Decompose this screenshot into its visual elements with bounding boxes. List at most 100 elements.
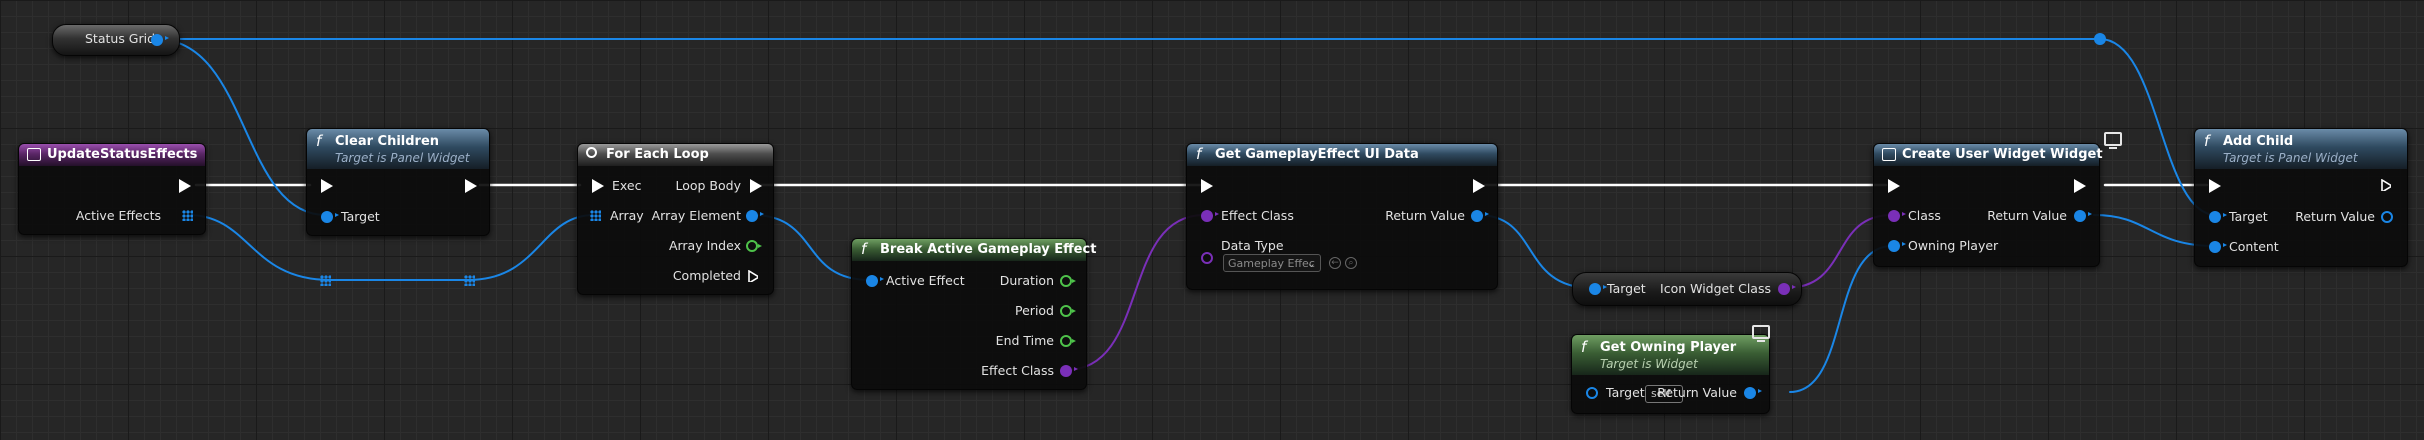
monitor-icon [2104, 132, 2122, 149]
break-effect-class-label: Effect Class [981, 363, 1054, 378]
clear-children-exec-in[interactable] [321, 179, 333, 193]
browse-search-icon[interactable]: ⌕ [1345, 257, 1357, 269]
function-icon: f [861, 240, 867, 258]
get-ui-data-effect-class-label: Effect Class [1221, 208, 1294, 223]
status-grid-label: Status Grid [85, 31, 156, 46]
function-icon: f [1196, 145, 1202, 163]
break-active-effect-pin[interactable] [866, 275, 884, 287]
create-widget-header: Create User Widget Widget [1874, 144, 2103, 166]
add-child-exec-out[interactable] [2381, 179, 2391, 191]
for-each-array-index-pin[interactable] [746, 240, 762, 252]
function-icon: f [2204, 132, 2210, 150]
event-exec-out[interactable] [179, 179, 191, 193]
data-type-dropdown-value: Gameplay Effec [1228, 257, 1315, 270]
add-child-header: f Add Child Target is Panel Widget [2195, 129, 2407, 169]
add-child-title: Add Child [2223, 134, 2294, 149]
clear-children-header: f Clear Children Target is Panel Widget [307, 129, 489, 169]
break-period-pin[interactable] [1060, 305, 1076, 317]
create-widget-class-label: Class [1908, 208, 1941, 223]
create-widget-exec-out[interactable] [2074, 179, 2086, 193]
for-each-completed-out[interactable] [748, 270, 758, 282]
break-active-gameplay-effect-node[interactable]: f Break Active Gameplay Effect Active Ef… [851, 238, 1096, 390]
for-each-array-index-label: Array Index [668, 238, 741, 253]
get-owning-player-target-pin[interactable] [1586, 387, 1598, 399]
add-child-target-pin[interactable] [2209, 211, 2227, 223]
array-wire-reroute-marker [464, 275, 475, 286]
icon-widget-class-pin[interactable] [1778, 283, 1796, 295]
clear-children-node[interactable]: f Clear Children Target is Panel Widget … [306, 128, 490, 236]
create-widget-class-pin[interactable] [1888, 210, 1906, 222]
update-status-effects-node[interactable]: UpdateStatusEffects Active Effects [18, 143, 206, 235]
get-owning-player-node[interactable]: f Get Owning Player Target is Widget Tar… [1571, 325, 1770, 414]
clear-children-exec-out[interactable] [465, 179, 477, 193]
break-header: f Break Active Gameplay Effect [852, 239, 1096, 261]
icon-widget-class-label: Icon Widget Class [1660, 281, 1771, 296]
get-ui-data-data-type-label: Data Type [1221, 238, 1284, 253]
add-child-exec-in[interactable] [2209, 179, 2221, 193]
get-owning-player-return-value-pin[interactable] [1744, 387, 1762, 399]
get-ui-data-return-value-label: Return Value [1385, 208, 1465, 223]
function-icon: f [316, 132, 322, 150]
reset-arrow-icon[interactable]: ← [1329, 257, 1341, 269]
for-each-array-pin[interactable] [590, 210, 601, 221]
add-child-target-label: Target [2229, 209, 2268, 224]
add-child-node[interactable]: f Add Child Target is Panel Widget Targe… [2194, 128, 2408, 267]
function-icon: f [1581, 338, 1587, 356]
get-owning-player-header: f Get Owning Player Target is Widget [1572, 335, 1769, 375]
get-ui-data-data-type-pin[interactable] [1201, 252, 1213, 264]
clear-children-target-label: Target [341, 209, 380, 224]
owning-player-wire [1789, 245, 1893, 393]
icon-widget-target-pin[interactable] [1589, 283, 1607, 295]
break-end-time-pin[interactable] [1060, 335, 1076, 347]
array-wire-reroute-marker [320, 275, 331, 286]
data-type-dropdown[interactable]: Gameplay Effec ⌄ [1223, 254, 1321, 272]
get-ui-data-title: Get GameplayEffect UI Data [1215, 147, 1419, 162]
create-widget-exec-in[interactable] [1888, 179, 1900, 193]
event-icon [27, 148, 41, 161]
get-ui-data-effect-class-pin[interactable] [1201, 210, 1219, 222]
active-effects-label: Active Effects [75, 208, 161, 223]
event-header: UpdateStatusEffects [19, 144, 205, 166]
create-user-widget-node[interactable]: Create User Widget Widget Class Return V… [1873, 132, 2122, 267]
active-effects-array-pin[interactable] [182, 210, 193, 221]
for-each-array-label: Array [610, 208, 644, 223]
get-owning-player-subtitle: Target is Widget [1600, 357, 1698, 371]
loop-icon [586, 147, 597, 158]
add-child-subtitle: Target is Panel Widget [2223, 151, 2358, 165]
get-gameplay-effect-ui-data-node[interactable]: f Get GameplayEffect UI Data Effect Clas… [1186, 143, 1498, 290]
get-owning-player-target-label: Target [1606, 385, 1645, 400]
add-child-content-pin[interactable] [2209, 241, 2227, 253]
status-grid-node[interactable]: Status Grid [52, 24, 180, 56]
add-child-content-label: Content [2229, 239, 2279, 254]
wire-markers [2094, 33, 2106, 45]
for-each-completed-label: Completed [672, 268, 741, 283]
create-widget-title: Create User Widget Widget [1902, 147, 2103, 162]
get-ui-data-exec-out[interactable] [1473, 179, 1485, 193]
for-each-loop-node[interactable]: For Each Loop Exec Loop Body Array Array… [577, 143, 774, 295]
clear-children-subtitle: Target is Panel Widget [335, 151, 470, 165]
create-widget-owning-player-label: Owning Player [1908, 238, 1999, 253]
create-widget-owning-player-pin[interactable] [1888, 240, 1906, 252]
for-each-exec-in[interactable] [592, 179, 604, 193]
break-duration-pin[interactable] [1060, 275, 1076, 287]
break-active-effect-label: Active Effect [886, 273, 965, 288]
for-each-array-element-label: Array Element [651, 208, 741, 223]
for-each-exec-label: Exec [612, 178, 642, 193]
add-child-return-value-pin[interactable] [2381, 211, 2393, 223]
get-ui-data-exec-in[interactable] [1201, 179, 1213, 193]
create-widget-return-value-pin[interactable] [2074, 210, 2092, 222]
clear-children-title: Clear Children [335, 134, 440, 149]
break-period-label: Period [1015, 303, 1054, 318]
break-effect-class-pin[interactable] [1060, 365, 1078, 377]
for-each-loop-body-label: Loop Body [675, 178, 741, 193]
icon-widget-target-label: Target [1607, 281, 1646, 296]
break-duration-label: Duration [999, 273, 1054, 288]
get-ui-data-header: f Get GameplayEffect UI Data [1187, 144, 1497, 166]
for-each-array-element-pin[interactable] [746, 210, 764, 222]
get-ui-data-return-value-pin[interactable] [1471, 210, 1489, 222]
icon-widget-class-node[interactable]: Target Icon Widget Class [1572, 272, 1802, 306]
for-each-loop-body-out[interactable] [750, 179, 762, 193]
clear-children-target-pin[interactable] [321, 211, 339, 223]
status-grid-out-pin[interactable] [151, 34, 169, 46]
get-owning-player-return-value-label: Return Value [1657, 385, 1737, 400]
